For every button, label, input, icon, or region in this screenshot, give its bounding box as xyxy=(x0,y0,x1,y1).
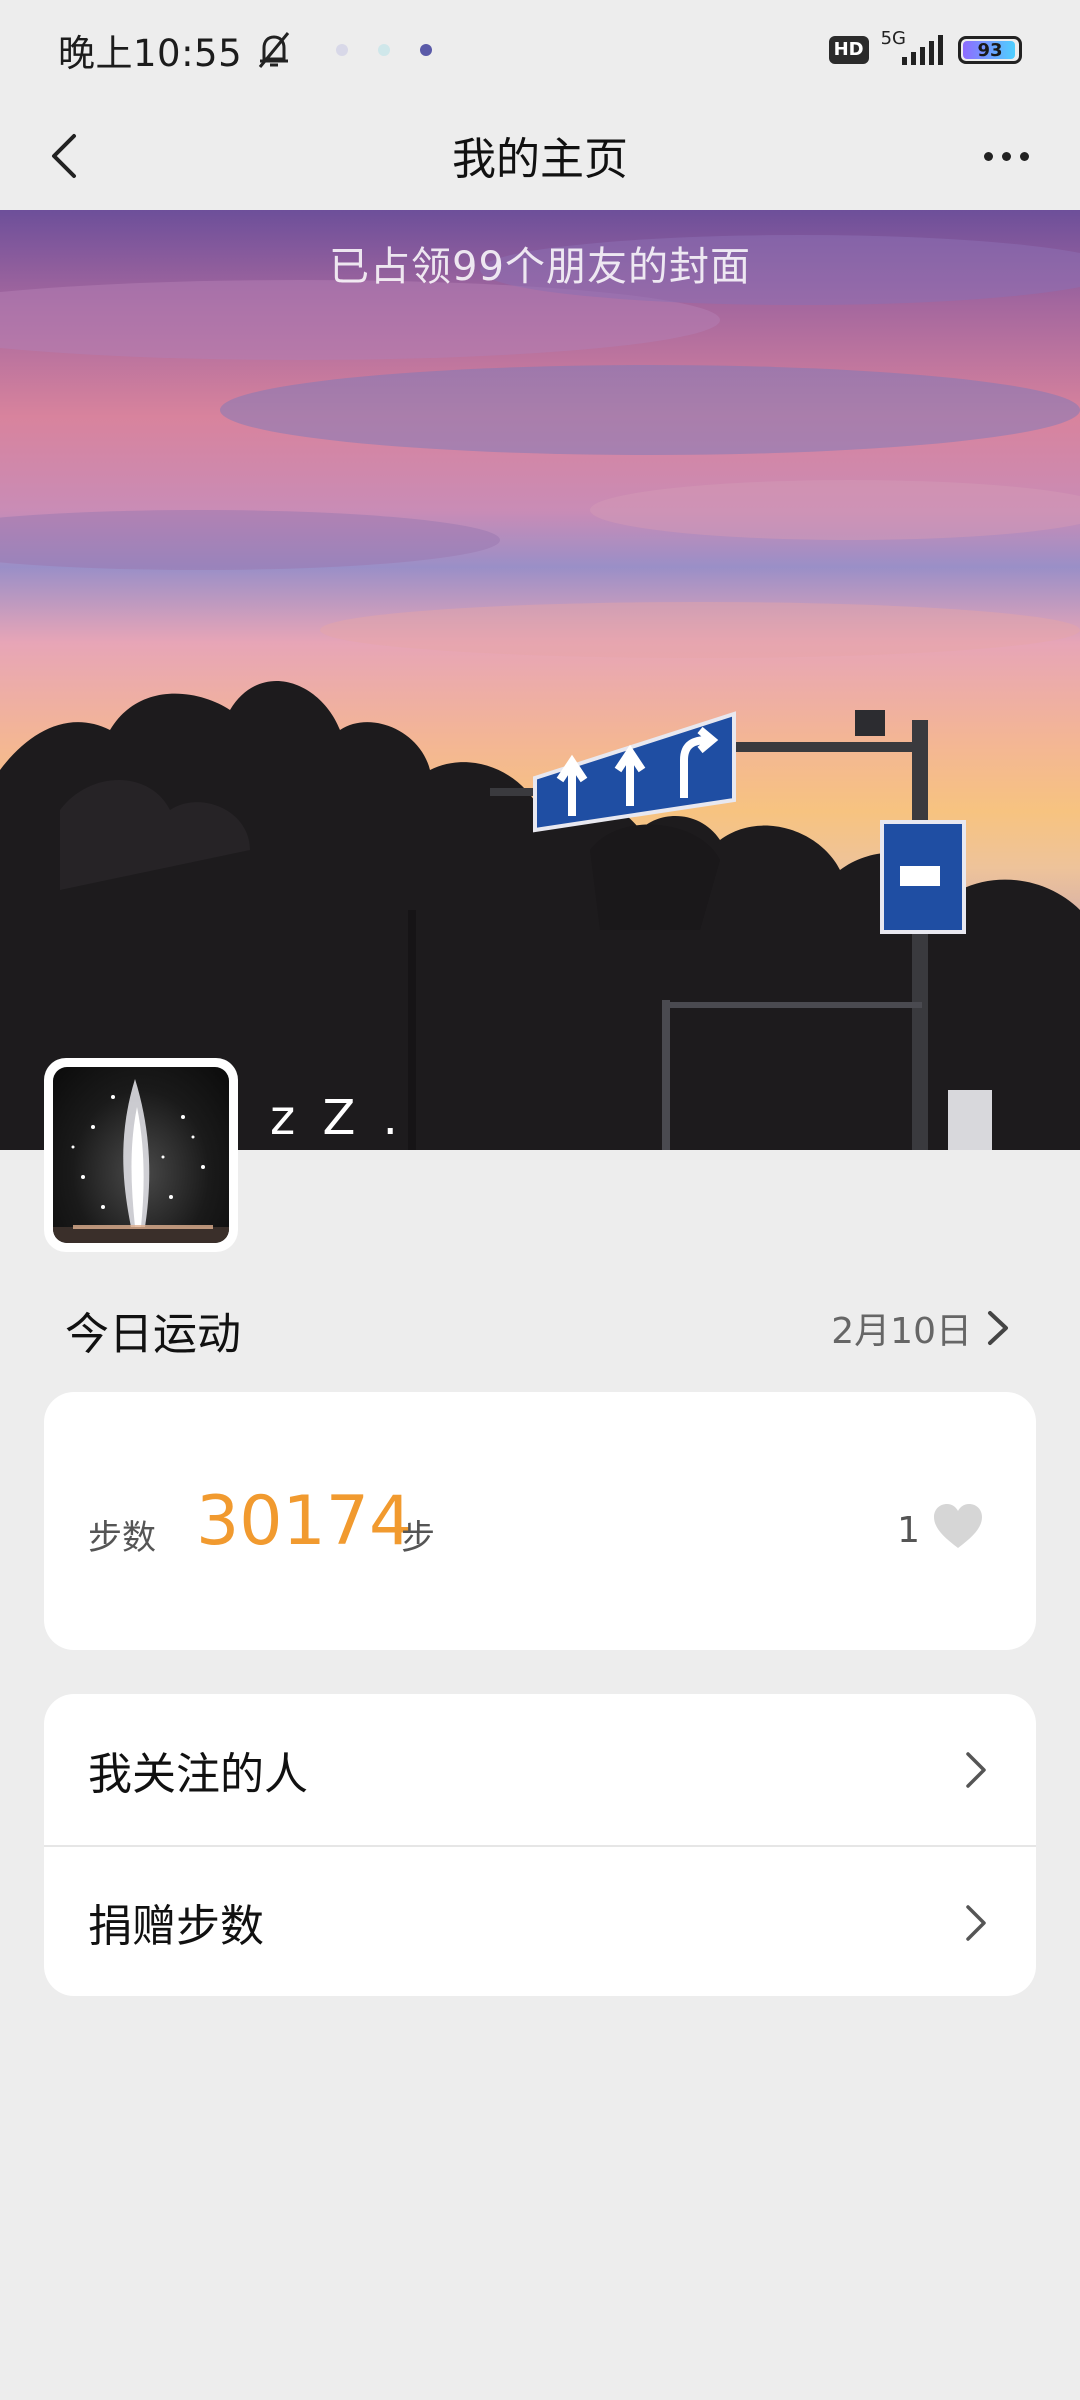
steps-value: 30174 xyxy=(196,1482,413,1561)
dot xyxy=(1001,151,1011,161)
cover-image[interactable]: 已占领99个朋友的封面 xyxy=(0,210,1080,1150)
hd-icon: HD xyxy=(828,36,869,64)
app-dot-icon xyxy=(336,44,349,56)
battery-icon: 93 xyxy=(958,36,1022,64)
menu-item-donate-steps[interactable]: 捐赠步数 xyxy=(44,1845,1036,1996)
steps-card[interactable]: 步数 30174 步 1 xyxy=(44,1392,1036,1650)
cover-caption: 已占领99个朋友的封面 xyxy=(329,244,751,290)
dot xyxy=(1019,151,1029,161)
dot xyxy=(983,151,993,161)
menu-card: 我关注的人 捐赠步数 xyxy=(44,1694,1036,1996)
avatar-image xyxy=(53,1067,229,1243)
mute-bell-icon xyxy=(258,32,290,68)
app-dot-icon xyxy=(378,44,391,56)
username: z Z . xyxy=(270,1090,404,1146)
page-title: 我的主页 xyxy=(452,134,628,185)
app-dot-icon xyxy=(420,44,433,56)
date-text: 2月10日 xyxy=(831,1311,972,1352)
menu-label: 我关注的人 xyxy=(88,1748,308,1800)
chevron-right-icon xyxy=(988,1311,1008,1345)
avatar[interactable] xyxy=(44,1058,238,1252)
chevron-right-icon xyxy=(966,1905,986,1941)
notification-icons xyxy=(336,44,433,56)
firework-image xyxy=(53,1079,229,1243)
cover-scene xyxy=(0,235,1080,1150)
nav-bar: 我的主页 xyxy=(0,100,1080,210)
steps-label: 步数 xyxy=(88,1518,156,1558)
chevron-right-icon xyxy=(966,1752,986,1788)
heart-icon[interactable] xyxy=(932,1502,984,1550)
date-selector[interactable]: 2月10日 xyxy=(831,1302,1010,1354)
status-time: 晚上10:55 xyxy=(58,32,243,75)
battery-level: 93 xyxy=(977,39,1003,61)
menu-item-following[interactable]: 我关注的人 xyxy=(44,1694,1036,1845)
status-left: 晚上10:55 xyxy=(58,23,433,77)
chevron-left-icon[interactable] xyxy=(36,126,96,186)
status-bar: 晚上10:55 HD 5G 93 xyxy=(0,0,1080,100)
steps-unit: 步 xyxy=(401,1518,435,1558)
section-title-today: 今日运动 xyxy=(65,1309,241,1360)
like-count: 1 xyxy=(897,1510,920,1551)
status-right: HD 5G 93 xyxy=(828,28,1022,65)
network-type: 5G xyxy=(880,27,906,49)
menu-label: 捐赠步数 xyxy=(88,1900,264,1952)
more-dots-icon[interactable] xyxy=(968,126,1044,186)
signal-icon xyxy=(902,35,943,65)
